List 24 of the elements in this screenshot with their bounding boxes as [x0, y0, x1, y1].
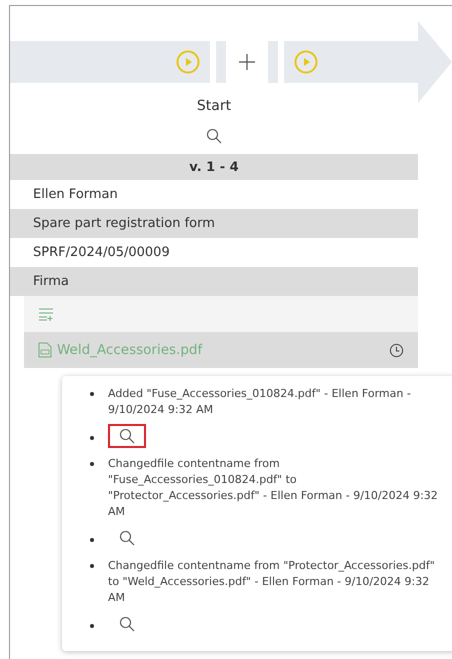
pdf-file-icon	[38, 342, 52, 358]
bullet-dot	[90, 392, 94, 396]
bullet-dot	[90, 624, 94, 628]
history-clock-icon[interactable]	[389, 342, 404, 358]
field-value: Firma	[33, 274, 69, 289]
view-button[interactable]	[108, 424, 146, 448]
field-value: Spare part registration form	[33, 216, 215, 231]
history-entry: Added "Fuse_Accessories_010824.pdf" - Ellen Forman - 9/10/2024 9:32 AM	[108, 386, 412, 418]
field-value: Ellen Forman	[33, 187, 118, 202]
version-label: v. 1 - 4	[189, 160, 239, 174]
plus-icon[interactable]	[237, 52, 257, 72]
bullet-dot	[90, 538, 94, 542]
bullet-dot	[90, 462, 94, 466]
bullet-dot	[90, 436, 94, 440]
field-value: SPRF/2024/05/00009	[33, 245, 170, 260]
search-icon[interactable]	[206, 128, 222, 144]
attachment-link[interactable]: Weld_Accessories.pdf	[38, 342, 202, 358]
bullet-dot	[90, 564, 94, 568]
history-entry: Changedfile contentname from "Protector_Accessories.pdf" to "Weld_Accessories.pdf" - Ellen Forman - 9/10/2024 9:32 AM	[108, 558, 436, 606]
search-icon	[119, 530, 135, 546]
history-entry: Changedfile contentname from "Fuse_Accessories_010824.pdf" to "Protector_Accessories.pdf" - Ellen Forman - 9/10/2024 9:32 AM	[108, 456, 439, 520]
stage-label: Start	[196, 98, 232, 114]
search-icon	[119, 428, 135, 444]
search-icon	[119, 616, 135, 632]
